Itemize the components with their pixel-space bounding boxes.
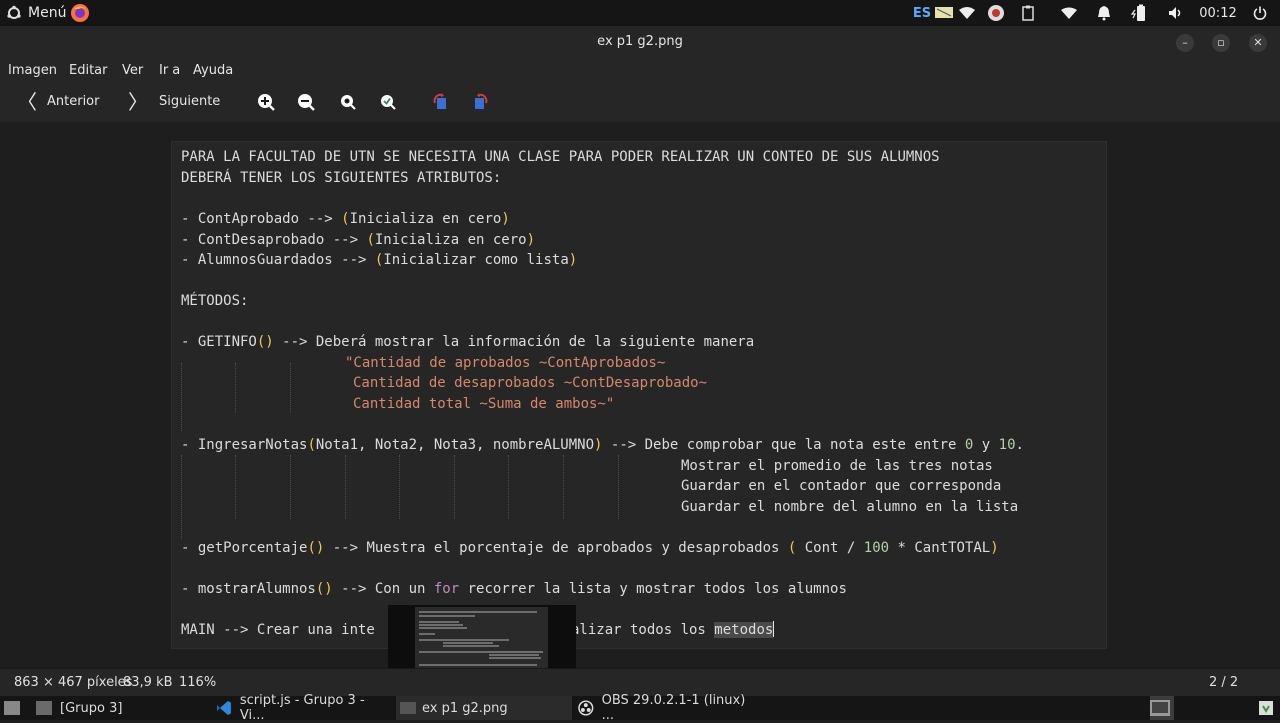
rotate-right-icon[interactable] bbox=[472, 93, 490, 111]
indent-guide bbox=[235, 455, 236, 519]
image-dimensions: 863 × 467 píxeles bbox=[14, 675, 133, 690]
chevron-right-icon[interactable]: 〉 bbox=[128, 84, 148, 120]
taskbar-item-label: OBS 29.0.2.1-1 (linux) ... bbox=[601, 693, 746, 723]
text-line: alizar todos los metodos bbox=[571, 621, 775, 638]
taskbar-item-label: ex p1 g2.png bbox=[422, 700, 508, 716]
indent-guide bbox=[508, 455, 509, 519]
text-line: MÉTODOS: bbox=[181, 293, 249, 309]
record-indicator-icon[interactable] bbox=[985, 3, 1007, 23]
taskbar-item-obs[interactable]: OBS 29.0.2.1-1 (linux) ... bbox=[578, 693, 758, 723]
previous-button[interactable]: Anterior bbox=[47, 84, 99, 120]
displayed-image[interactable]: PARA LA FACULTAD DE UTN SE NECESITA UNA … bbox=[172, 142, 1106, 648]
taskbar-item-label: script.js - Grupo 3 - Vi... bbox=[239, 693, 365, 723]
text-line: DEBERÁ TENER LOS SIGUIENTES ATRIBUTOS: bbox=[181, 170, 502, 186]
window-title-bar[interactable]: ex p1 g2.png – ▫ ✕ bbox=[0, 26, 1280, 58]
display-icon[interactable] bbox=[933, 3, 955, 23]
firefox-launcher[interactable] bbox=[70, 0, 90, 26]
text-line: MAIN --> Crear una inte bbox=[181, 622, 375, 638]
keyboard-layout-indicator[interactable]: ES bbox=[912, 3, 932, 23]
text-line: - getPorcentaje() --> Muestra el porcent… bbox=[181, 540, 999, 556]
obs-icon bbox=[578, 700, 594, 716]
trash-icon[interactable] bbox=[1258, 696, 1278, 720]
text-line: Mostrar el promedio de las tres notas bbox=[681, 458, 993, 474]
indent-guide bbox=[181, 363, 182, 431]
workspace-icon bbox=[1150, 700, 1170, 716]
indent-guide bbox=[345, 455, 346, 519]
menu-ir-a[interactable]: Ir a bbox=[159, 58, 180, 84]
page-indicator: 2 / 2 bbox=[1209, 675, 1239, 690]
firefox-icon bbox=[71, 4, 89, 22]
menu-bar: Imagen Editar Ver Ir a Ayuda bbox=[0, 58, 1280, 84]
zoom-out-icon[interactable] bbox=[297, 93, 315, 111]
chevron-left-icon[interactable]: 〈 bbox=[17, 84, 37, 120]
text-line: Cantidad total ~Suma de ambos~" bbox=[353, 396, 615, 412]
notifications-bell-icon[interactable] bbox=[1094, 3, 1114, 23]
app-menu-button[interactable]: Menú bbox=[6, 0, 66, 26]
desktop-icon bbox=[4, 701, 20, 715]
power-icon[interactable] bbox=[1250, 3, 1270, 23]
system-top-panel: Menú ES 00:12 bbox=[0, 0, 1280, 26]
text-line: "Cantidad de aprobados ~ContAprobados~ bbox=[345, 355, 666, 371]
maximize-button[interactable]: ▫ bbox=[1212, 34, 1230, 52]
taskbar-item-label: [Grupo 3] bbox=[60, 700, 123, 716]
zoom-fit-icon[interactable] bbox=[379, 93, 397, 111]
text-line: - IngresarNotas(Nota1, Nota2, Nota3, nom… bbox=[181, 437, 1024, 453]
show-desktop-button[interactable] bbox=[4, 696, 24, 720]
window-title: ex p1 g2.png bbox=[597, 34, 683, 49]
taskbar: [Grupo 3] script.js - Grupo 3 - Vi... ex… bbox=[0, 693, 1280, 723]
network-icon[interactable] bbox=[1059, 3, 1079, 23]
ubuntu-logo-icon bbox=[7, 5, 21, 19]
indent-guide bbox=[290, 455, 291, 519]
text-line: Guardar en el contador que corresponda bbox=[681, 478, 1002, 494]
minimize-button[interactable]: – bbox=[1176, 34, 1194, 52]
indent-guide bbox=[454, 455, 455, 519]
folder-window-icon bbox=[36, 701, 52, 715]
text-line: PARA LA FACULTAD DE UTN SE NECESITA UNA … bbox=[181, 149, 940, 165]
text-line: - AlumnosGuardados --> (Inicializar como… bbox=[181, 252, 578, 268]
indent-guide bbox=[399, 455, 400, 519]
text-line: Cantidad de desaprobados ~ContDesaprobad… bbox=[353, 375, 708, 391]
taskbar-item-image-viewer[interactable]: ex p1 g2.png bbox=[396, 696, 572, 720]
text-line: - GETINFO() --> Deberá mostrar la inform… bbox=[181, 334, 755, 350]
indent-guide bbox=[181, 455, 182, 539]
battery-icon[interactable] bbox=[1129, 3, 1151, 23]
indent-guide bbox=[290, 363, 291, 413]
menu-ver[interactable]: Ver bbox=[122, 58, 143, 84]
workspace-switcher[interactable] bbox=[1150, 696, 1174, 720]
image-viewer-icon bbox=[400, 702, 416, 714]
toolbar: 〈 Anterior 〉 Siguiente bbox=[0, 84, 1280, 123]
zoom-in-icon[interactable] bbox=[257, 93, 275, 111]
menu-editar[interactable]: Editar bbox=[69, 58, 108, 84]
text-line: - mostrarAlumnos() --> Con un for recorr… bbox=[181, 581, 847, 597]
rotate-left-icon[interactable] bbox=[431, 93, 449, 111]
clock[interactable]: 00:12 bbox=[1198, 3, 1238, 23]
indent-guide bbox=[235, 363, 236, 413]
taskbar-item-vscode[interactable]: script.js - Grupo 3 - Vi... bbox=[216, 693, 392, 723]
zoom-level: 116% bbox=[179, 675, 217, 690]
clipboard-icon[interactable] bbox=[1018, 3, 1038, 23]
indent-guide bbox=[563, 455, 564, 519]
text-line: Guardar el nombre del alumno en la lista bbox=[681, 499, 1019, 515]
zoom-normal-icon[interactable] bbox=[339, 93, 357, 111]
next-button[interactable]: Siguiente bbox=[159, 84, 220, 120]
close-button[interactable]: ✕ bbox=[1249, 34, 1267, 52]
taskbar-item-grupo3[interactable]: [Grupo 3] bbox=[36, 696, 206, 720]
wifi-icon[interactable] bbox=[957, 3, 977, 23]
volume-icon[interactable] bbox=[1166, 3, 1186, 23]
indent-guide bbox=[618, 455, 619, 519]
menu-ayuda[interactable]: Ayuda bbox=[193, 58, 233, 84]
app-menu-label: Menú bbox=[28, 5, 67, 21]
file-size: 83,9 kB bbox=[123, 675, 173, 690]
text-line: - ContDesaprobado --> (Inicializa en cer… bbox=[181, 232, 536, 248]
vscode-icon bbox=[216, 701, 231, 715]
text-line: - ContAprobado --> (Inicializa en cero) bbox=[181, 211, 510, 227]
menu-imagen[interactable]: Imagen bbox=[8, 58, 57, 84]
